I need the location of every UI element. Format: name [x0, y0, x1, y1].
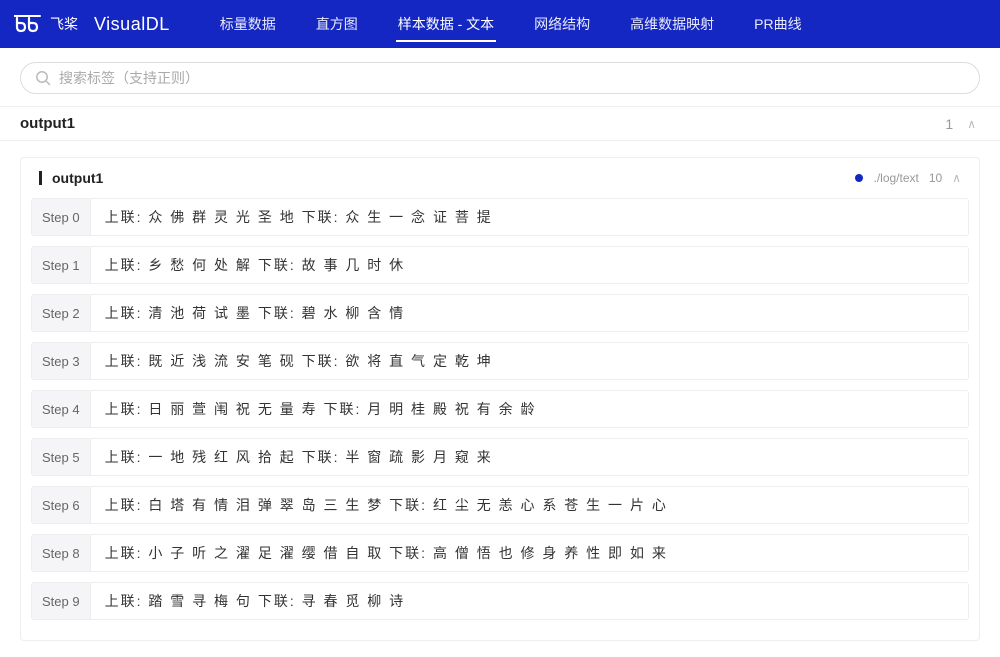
step-content: 上联: 一 地 残 红 风 拾 起 下联: 半 窗 疏 影 月 窥 来	[91, 447, 507, 467]
step-row[interactable]: Step 0上联: 众 佛 群 灵 光 圣 地 下联: 众 生 一 念 证 菩 …	[31, 198, 969, 236]
step-content: 上联: 日 丽 萱 闱 祝 无 量 寿 下联: 月 明 桂 殿 祝 有 余 龄	[91, 399, 551, 419]
step-label: Step 6	[32, 487, 91, 523]
chevron-up-icon[interactable]: ∧	[952, 171, 961, 185]
run-indicator-dot-icon	[855, 174, 863, 182]
step-content: 上联: 既 近 浅 流 安 笔 砚 下联: 欲 将 直 气 定 乾 坤	[91, 351, 507, 371]
title-bar-icon	[39, 171, 42, 185]
app-header: 飞桨 VisualDL 标量数据直方图样本数据 - 文本网络结构高维数据映射PR…	[0, 0, 1000, 48]
logo-text: 飞桨	[50, 14, 78, 34]
nav-item-3[interactable]: 网络结构	[514, 0, 610, 48]
section-meta: 1 ∧	[945, 116, 976, 132]
panel-count: 10	[929, 171, 942, 185]
search-input[interactable]	[59, 70, 965, 86]
nav-item-0[interactable]: 标量数据	[200, 0, 296, 48]
step-label: Step 9	[32, 583, 91, 619]
step-row[interactable]: Step 2上联: 清 池 荷 试 墨 下联: 碧 水 柳 含 情	[31, 294, 969, 332]
panel-title: output1	[39, 170, 103, 186]
step-row[interactable]: Step 1上联: 乡 愁 何 处 解 下联: 故 事 几 时 休	[31, 246, 969, 284]
step-row[interactable]: Step 9上联: 踏 雪 寻 梅 句 下联: 寻 春 觅 柳 诗	[31, 582, 969, 620]
step-row[interactable]: Step 5上联: 一 地 残 红 风 拾 起 下联: 半 窗 疏 影 月 窥 …	[31, 438, 969, 476]
output-panel: output1 ./log/text 10 ∧ Step 0上联: 众 佛 群 …	[20, 157, 980, 641]
nav-item-1[interactable]: 直方图	[296, 0, 378, 48]
search-icon	[35, 70, 51, 86]
panel-meta: ./log/text 10 ∧	[855, 171, 961, 185]
step-content: 上联: 小 子 听 之 濯 足 濯 缨 借 自 取 下联: 高 僧 悟 也 修 …	[91, 543, 682, 563]
section-title: output1	[20, 115, 75, 132]
step-content: 上联: 清 池 荷 试 墨 下联: 碧 水 柳 含 情	[91, 303, 420, 323]
step-row[interactable]: Step 3上联: 既 近 浅 流 安 笔 砚 下联: 欲 将 直 气 定 乾 …	[31, 342, 969, 380]
logo[interactable]: 飞桨	[14, 13, 82, 35]
step-content: 上联: 乡 愁 何 处 解 下联: 故 事 几 时 休	[91, 255, 420, 275]
step-content: 上联: 踏 雪 寻 梅 句 下联: 寻 春 觅 柳 诗	[91, 591, 420, 611]
nav-item-4[interactable]: 高维数据映射	[610, 0, 734, 48]
nav-item-2[interactable]: 样本数据 - 文本	[378, 0, 514, 48]
step-row[interactable]: Step 8上联: 小 子 听 之 濯 足 濯 缨 借 自 取 下联: 高 僧 …	[31, 534, 969, 572]
nav-item-5[interactable]: PR曲线	[734, 0, 821, 48]
section-count: 1	[945, 116, 953, 132]
step-content: 上联: 众 佛 群 灵 光 圣 地 下联: 众 生 一 念 证 菩 提	[91, 207, 507, 227]
panel-source: ./log/text	[873, 171, 918, 185]
step-row[interactable]: Step 4上联: 日 丽 萱 闱 祝 无 量 寿 下联: 月 明 桂 殿 祝 …	[31, 390, 969, 428]
step-label: Step 2	[32, 295, 91, 331]
step-label: Step 3	[32, 343, 91, 379]
step-label: Step 5	[32, 439, 91, 475]
steps-list: Step 0上联: 众 佛 群 灵 光 圣 地 下联: 众 生 一 念 证 菩 …	[21, 198, 979, 640]
chevron-up-icon[interactable]: ∧	[967, 117, 976, 131]
step-label: Step 1	[32, 247, 91, 283]
search-area	[0, 48, 1000, 106]
search-box[interactable]	[20, 62, 980, 94]
step-label: Step 8	[32, 535, 91, 571]
section-header[interactable]: output1 1 ∧	[0, 106, 1000, 141]
main-nav: 标量数据直方图样本数据 - 文本网络结构高维数据映射PR曲线	[200, 0, 822, 48]
panel-header[interactable]: output1 ./log/text 10 ∧	[21, 158, 979, 198]
step-content: 上联: 白 塔 有 情 泪 弹 翠 岛 三 生 梦 下联: 红 尘 无 恙 心 …	[91, 495, 682, 515]
panel-title-text: output1	[52, 170, 103, 186]
step-label: Step 4	[32, 391, 91, 427]
paddle-logo-icon	[14, 13, 42, 35]
app-name: VisualDL	[94, 14, 170, 35]
step-row[interactable]: Step 6上联: 白 塔 有 情 泪 弹 翠 岛 三 生 梦 下联: 红 尘 …	[31, 486, 969, 524]
step-label: Step 0	[32, 199, 91, 235]
